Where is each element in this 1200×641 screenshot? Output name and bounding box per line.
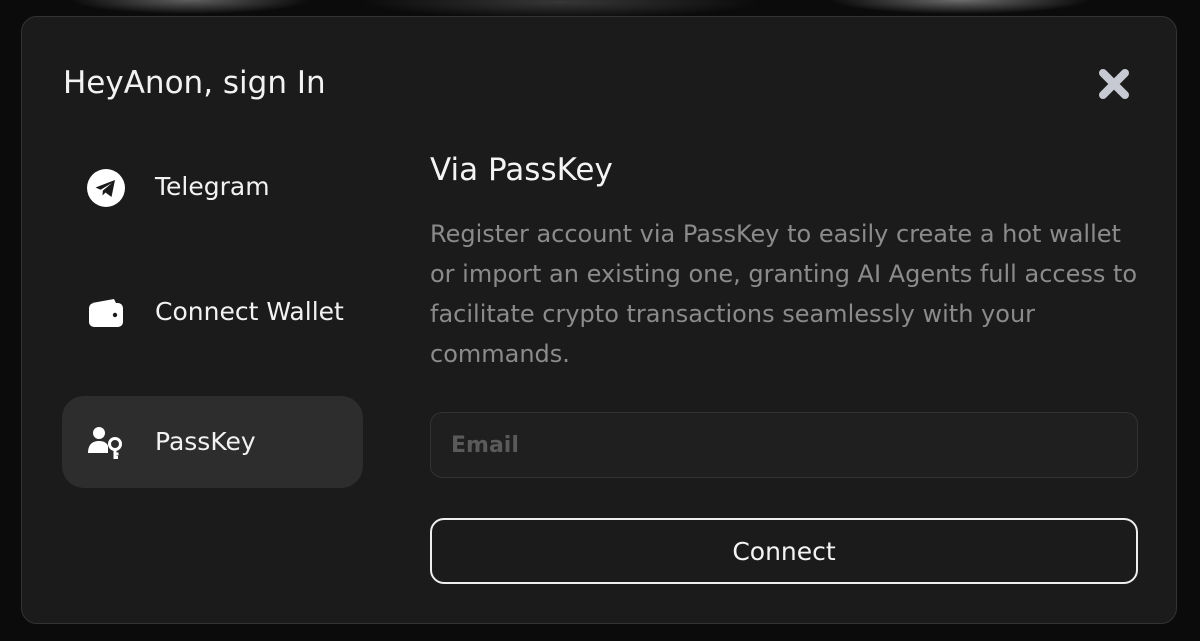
panel-description: Register account via PassKey to easily c… [430, 220, 1138, 368]
panel-title: Via PassKey [430, 152, 613, 188]
close-icon [1099, 69, 1129, 99]
telegram-icon [86, 168, 126, 208]
nav-item-label: PassKey [155, 427, 256, 456]
modal-title: HeyAnon, sign In [63, 65, 326, 101]
nav-item-label: Connect Wallet [155, 297, 344, 326]
nav-item-label: Telegram [155, 172, 270, 201]
nav-item-connect-wallet[interactable]: Connect Wallet [62, 266, 363, 358]
connect-button[interactable]: Connect [430, 518, 1138, 584]
close-button[interactable] [1093, 63, 1135, 105]
nav-item-telegram[interactable]: Telegram [62, 141, 363, 233]
passkey-icon [86, 423, 126, 463]
sign-in-modal: HeyAnon, sign In Telegram Connect Wallet… [21, 16, 1177, 624]
passkey-panel: Via PassKey Register account via PassKey… [430, 150, 1138, 374]
email-field[interactable] [430, 412, 1138, 478]
wallet-icon [86, 293, 126, 333]
nav-item-passkey[interactable]: PassKey [62, 396, 363, 488]
